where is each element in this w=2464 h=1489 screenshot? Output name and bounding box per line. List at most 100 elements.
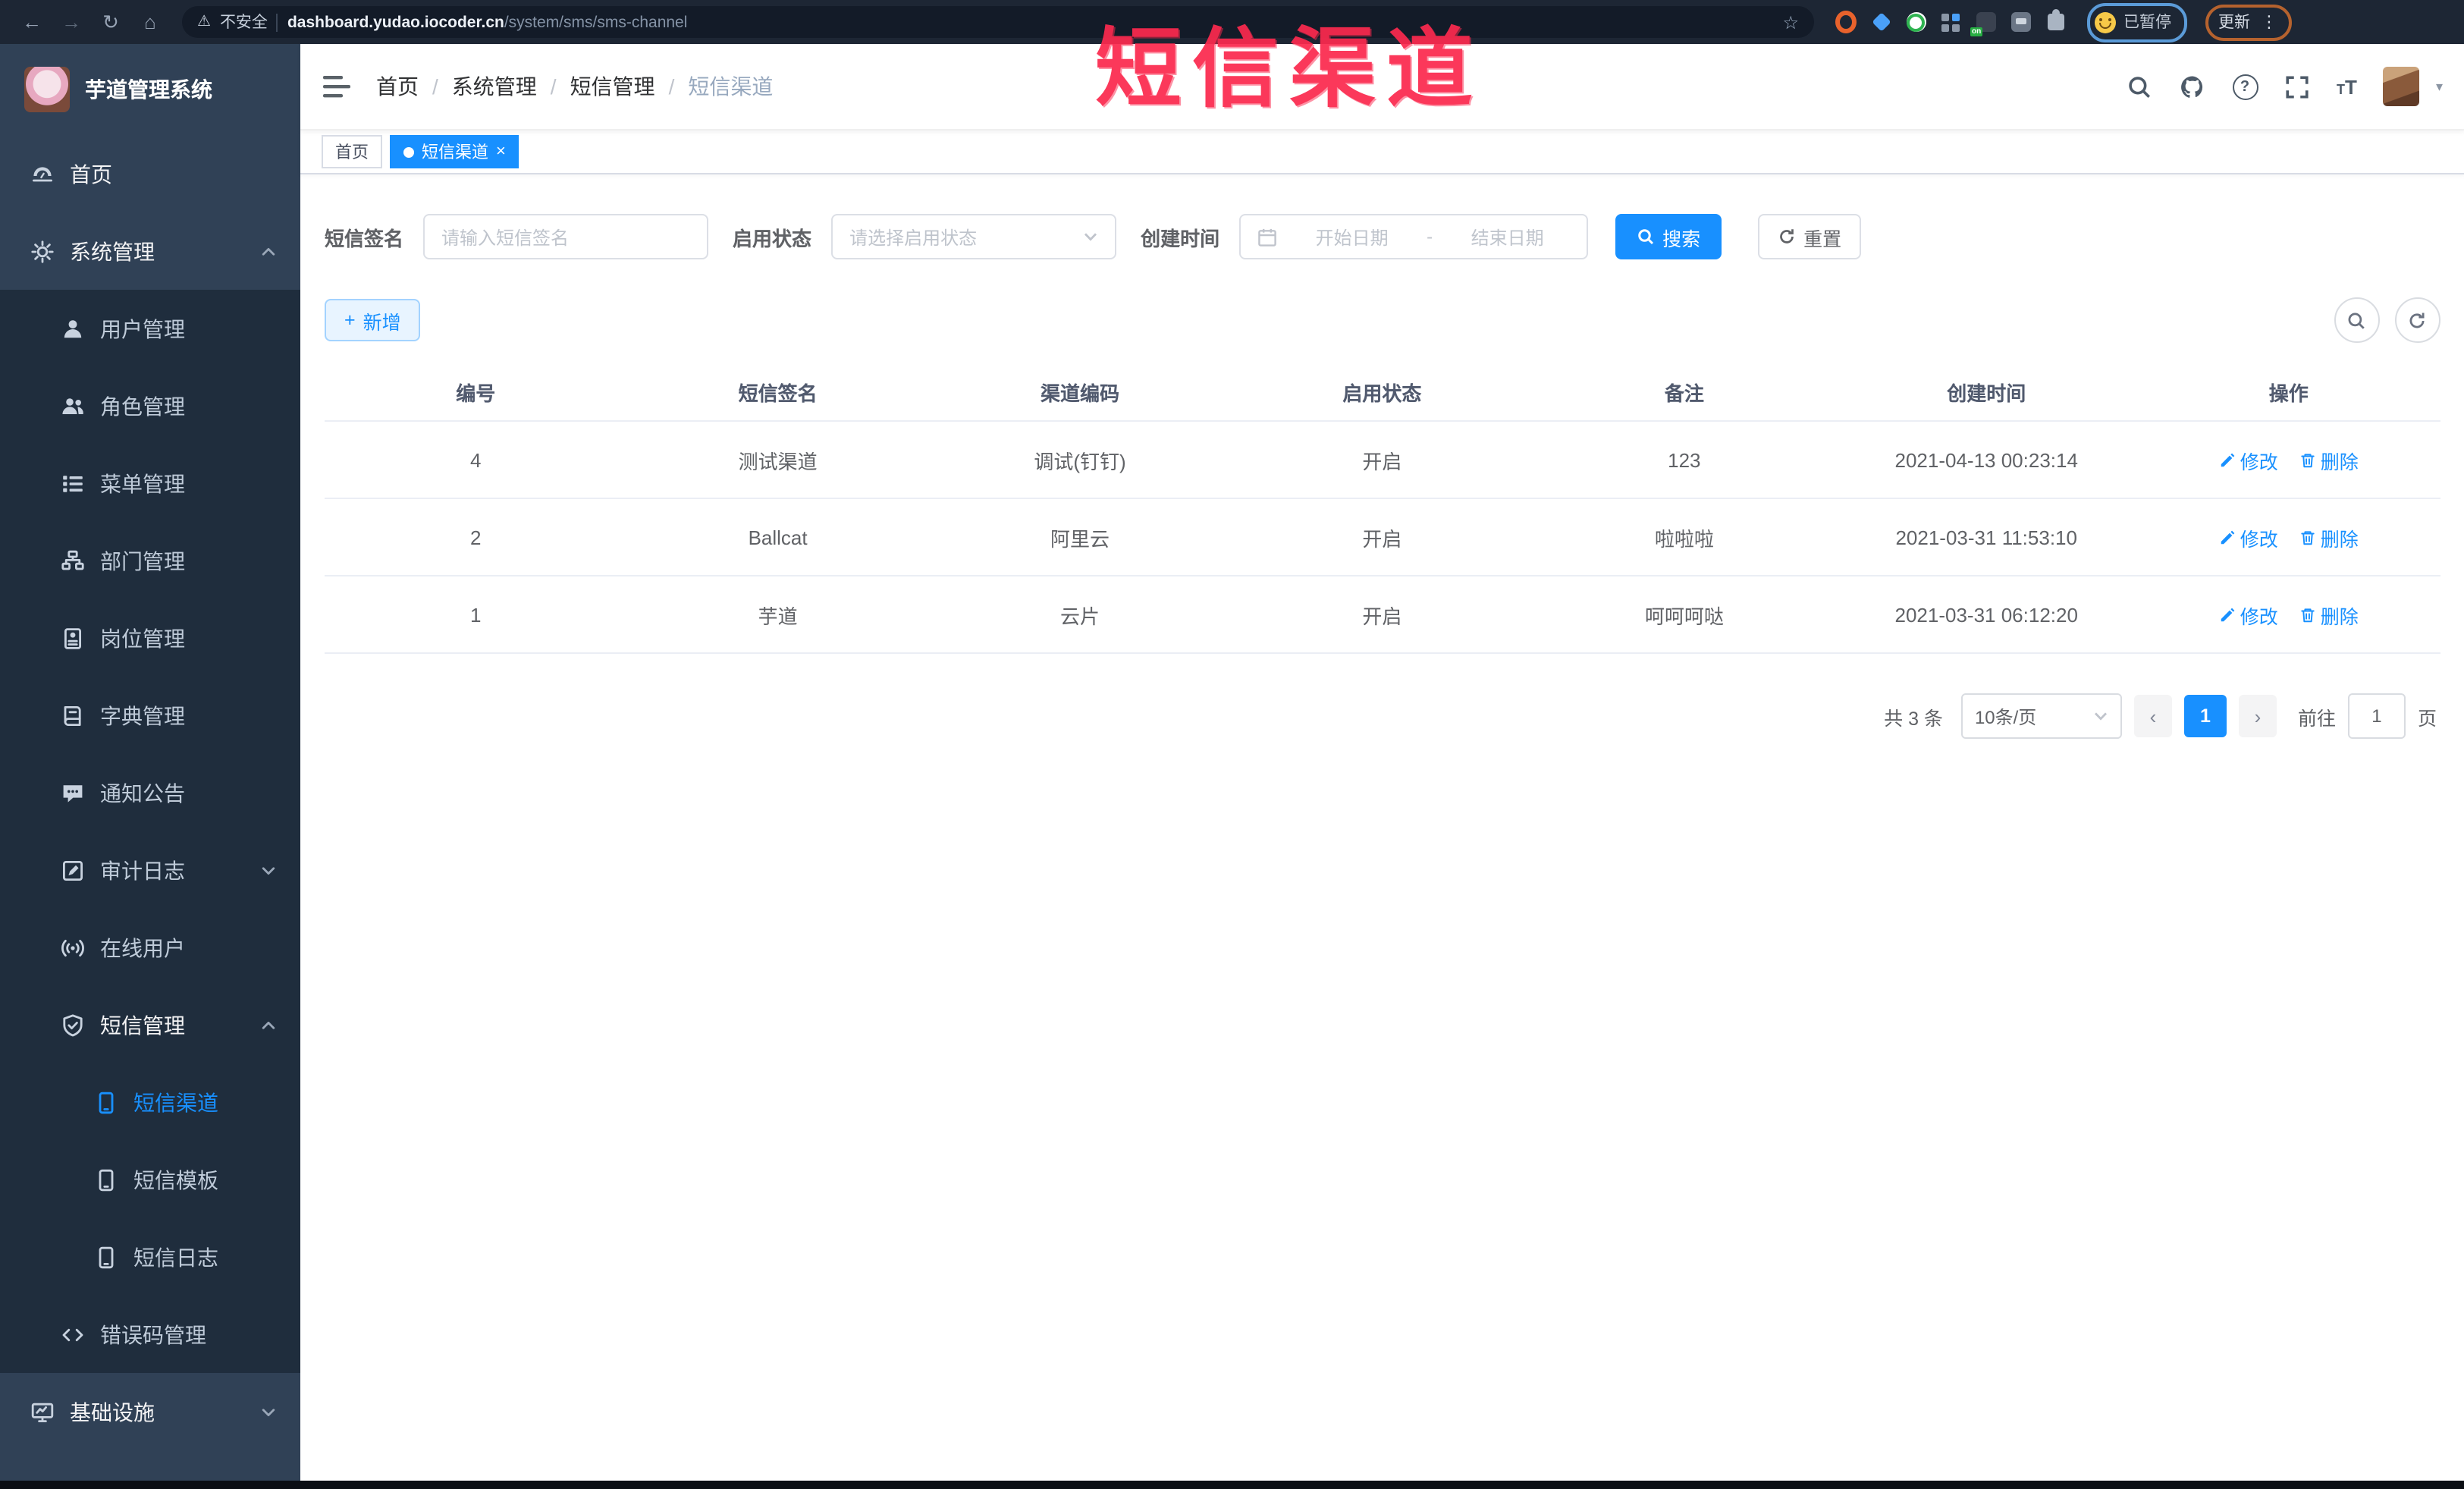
signature-input[interactable]: 请输入短信签名 [423, 214, 709, 259]
fullscreen-icon[interactable] [2284, 73, 2311, 100]
user-icon [61, 316, 85, 341]
edit-link[interactable]: 修改 [2219, 523, 2278, 551]
bookmark-star-icon[interactable]: ☆ [1782, 11, 1799, 33]
menu-list-icon [61, 471, 85, 495]
column-header-5: 创建时间 [1835, 363, 2138, 422]
add-button[interactable]: + 新增 [325, 299, 421, 341]
browser-update-button[interactable]: 更新 ⋮ [2205, 4, 2291, 40]
column-header-6: 操作 [2137, 363, 2440, 422]
time-label: 创建时间 [1141, 227, 1220, 250]
browser-profile-chip[interactable]: 已暂停 [2087, 2, 2186, 42]
cell-id: 1 [325, 576, 627, 654]
breadcrumb-item-2[interactable]: 短信管理 [570, 71, 655, 102]
sms-channel-table: 编号 短信签名 渠道编码 启用状态 备注 创建时间 操作 4 测试渠道 调试(钉钉) 开启 123 2… [325, 363, 2440, 654]
edit-link[interactable]: 修改 [2219, 445, 2278, 474]
toggle-search-icon[interactable] [2334, 297, 2379, 343]
monitor-icon [30, 1399, 55, 1424]
calendar-icon [1257, 227, 1277, 247]
sidebar-item-0[interactable]: 首页 [0, 135, 300, 212]
reset-button[interactable]: 重置 [1758, 214, 1862, 259]
phone-icon [94, 1167, 118, 1192]
sidebar-item-5[interactable]: 部门管理 [0, 522, 300, 599]
sidebar-item-label: 岗位管理 [100, 626, 185, 650]
status-select[interactable]: 请选择启用状态 [831, 214, 1117, 259]
reload-icon[interactable]: ↻ [94, 5, 127, 39]
tab-1[interactable]: 短信渠道 × [390, 135, 519, 168]
cell-signature: Ballcat [626, 498, 929, 576]
help-icon[interactable]: ? [2232, 74, 2258, 99]
puzzle-icon[interactable] [2045, 9, 2066, 33]
close-icon[interactable]: × [496, 143, 506, 160]
cell-remark: 呵呵呵哒 [1533, 576, 1836, 654]
extension-icon-on[interactable]: on [1970, 11, 1996, 36]
page-size-select[interactable]: 10条/页 [1960, 693, 2122, 739]
chevron-down-icon [1083, 229, 1098, 244]
breadcrumb-item-1[interactable]: 系统管理 [452, 71, 537, 102]
sidebar-item-label: 菜单管理 [100, 471, 185, 495]
sidebar-item-13[interactable]: 短信模板 [0, 1141, 300, 1218]
breadcrumb-item-0[interactable]: 首页 [376, 71, 419, 102]
back-icon[interactable]: ← [15, 5, 49, 39]
logo-row[interactable]: 芋道管理系统 [0, 44, 300, 135]
sidebar-item-4[interactable]: 菜单管理 [0, 445, 300, 522]
sidebar-item-15[interactable]: 错误码管理 [0, 1296, 300, 1373]
delete-link[interactable]: 删除 [2299, 445, 2359, 474]
edit-link[interactable]: 修改 [2219, 600, 2278, 629]
sidebar-item-8[interactable]: 通知公告 [0, 754, 300, 831]
pagination: 共 3 条 10条/页 ‹ 1 › 前往 1 页 [325, 693, 2440, 739]
sidebar-item-14[interactable]: 短信日志 [0, 1218, 300, 1296]
chevron-down-icon[interactable]: ▾ [2436, 78, 2443, 95]
extension-icon-robot[interactable] [2010, 11, 2031, 33]
profile-status-label: 已暂停 [2123, 14, 2171, 32]
delete-link[interactable]: 删除 [2299, 600, 2359, 629]
delete-link[interactable]: 删除 [2299, 523, 2359, 551]
sidebar-item-label: 短信日志 [133, 1245, 218, 1269]
search-icon[interactable] [2126, 73, 2153, 100]
hamburger-icon[interactable] [322, 71, 352, 102]
home-icon[interactable]: ⌂ [133, 5, 167, 39]
extension-icon-grid[interactable] [1940, 11, 1961, 33]
cell-created: 2021-03-31 11:53:10 [1835, 498, 2138, 576]
goto-page-input[interactable]: 1 [2347, 693, 2406, 739]
cell-created: 2021-04-13 00:23:14 [1835, 421, 2138, 499]
sidebar-item-6[interactable]: 岗位管理 [0, 599, 300, 677]
cell-code: 调试(钉钉) [928, 421, 1232, 499]
tab-0[interactable]: 首页 [322, 135, 382, 168]
sidebar-menu: 首页 系统管理 用户管理 角色管理菜单管理部门管理岗位管理字典管理 通知公告 审计日志 在线… [0, 135, 300, 1480]
end-date-input[interactable]: 结束日期 [1445, 224, 1570, 250]
sidebar-item-3[interactable]: 角色管理 [0, 367, 300, 445]
date-range-picker[interactable]: 开始日期 - 结束日期 [1239, 214, 1589, 259]
cell-code: 云片 [928, 576, 1232, 654]
forward-icon[interactable]: → [55, 5, 88, 39]
prev-page-button[interactable]: ‹ [2133, 695, 2172, 737]
url-bar[interactable]: ⚠ 不安全 dashboard.yudao.iocoder.cn/system/… [182, 6, 1814, 38]
sidebar-item-10[interactable]: 在线用户 [0, 909, 300, 986]
sidebar-item-16[interactable]: 基础设施 [0, 1373, 300, 1450]
sidebar-item-9[interactable]: 审计日志 [0, 831, 300, 909]
cell-code: 阿里云 [928, 498, 1232, 576]
audit-log-icon [61, 858, 85, 882]
user-avatar[interactable] [2382, 67, 2419, 106]
phone-icon [94, 1090, 118, 1114]
sidebar-item-label: 短信管理 [100, 1013, 185, 1037]
org-tree-icon [61, 548, 85, 573]
sidebar-item-1[interactable]: 系统管理 [0, 212, 300, 290]
status-label: 启用状态 [733, 227, 812, 250]
next-page-button[interactable]: › [2238, 695, 2277, 737]
github-icon[interactable] [2179, 73, 2206, 100]
font-size-icon[interactable]: TT [2337, 75, 2357, 98]
extension-icon-orange[interactable] [1835, 11, 1857, 33]
search-button[interactable]: 搜索 [1615, 214, 1722, 259]
current-page[interactable]: 1 [2183, 695, 2227, 737]
plus-icon: + [344, 309, 356, 331]
menu-kebab-icon[interactable]: ⋮ [2261, 12, 2277, 32]
extension-icon-green[interactable] [1905, 11, 1926, 33]
sidebar-item-7[interactable]: 字典管理 [0, 677, 300, 754]
sidebar-item-2[interactable]: 用户管理 [0, 290, 300, 367]
refresh-icon[interactable] [2394, 297, 2440, 343]
extension-icon-blue[interactable] [1870, 11, 1891, 33]
cell-status: 开启 [1231, 498, 1533, 576]
sidebar-item-12[interactable]: 短信渠道 [0, 1063, 300, 1141]
start-date-input[interactable]: 开始日期 [1289, 224, 1414, 250]
sidebar-item-11[interactable]: 短信管理 [0, 986, 300, 1063]
